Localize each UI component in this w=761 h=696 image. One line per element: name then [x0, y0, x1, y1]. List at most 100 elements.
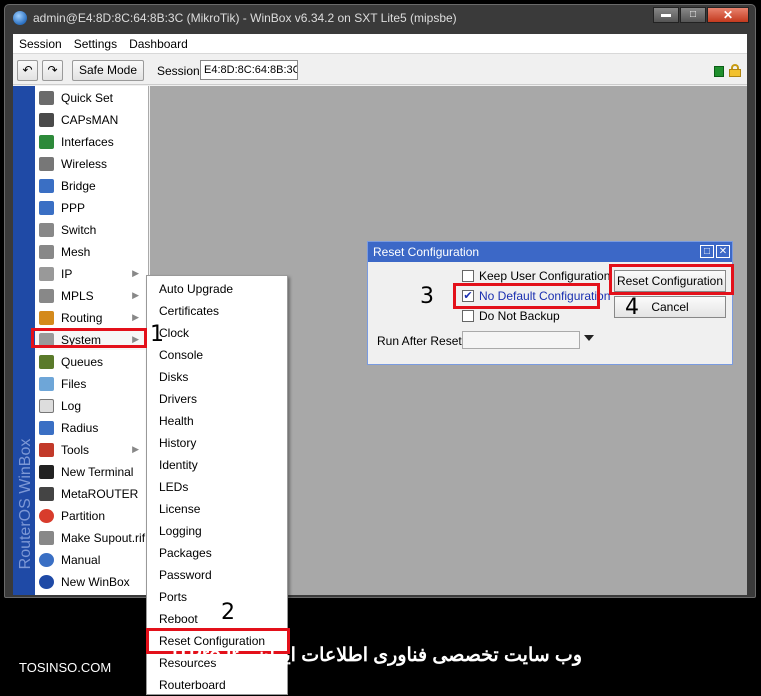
- submenu-item-leds[interactable]: LEDs: [147, 476, 287, 498]
- dialog-maximize-button[interactable]: □: [700, 245, 714, 258]
- menu-settings[interactable]: Settings: [68, 37, 123, 51]
- queues-icon: [39, 355, 54, 369]
- close-button[interactable]: ✕: [707, 7, 749, 23]
- sidebar-item-wireless[interactable]: Wireless: [35, 154, 147, 174]
- submenu-item-reboot[interactable]: Reboot: [147, 608, 287, 630]
- minimize-button[interactable]: ▬: [653, 7, 679, 23]
- sidebar-item-make-supout[interactable]: Make Supout.rif: [35, 528, 147, 548]
- sidebar-item-partition[interactable]: Partition: [35, 506, 147, 526]
- dialog-close-button[interactable]: ✕: [716, 245, 730, 258]
- submenu-item-license[interactable]: License: [147, 498, 287, 520]
- sidebar-item-bridge[interactable]: Bridge: [35, 176, 147, 196]
- sidebar-item-ppp[interactable]: PPP: [35, 198, 147, 218]
- log-icon: [39, 399, 54, 413]
- ip-icon: [39, 267, 54, 281]
- sidebar-item-new-terminal[interactable]: New Terminal: [35, 462, 147, 482]
- submenu-item-disks[interactable]: Disks: [147, 366, 287, 388]
- submenu-arrow-icon: ▶: [132, 290, 139, 300]
- submenu-item-auto-upgrade[interactable]: Auto Upgrade: [147, 278, 287, 300]
- maximize-button[interactable]: □: [680, 7, 706, 23]
- submenu-item-health[interactable]: Health: [147, 410, 287, 432]
- sidebar-item-switch[interactable]: Switch: [35, 220, 147, 240]
- submenu-item-identity[interactable]: Identity: [147, 454, 287, 476]
- submenu-item-drivers[interactable]: Drivers: [147, 388, 287, 410]
- menu-session[interactable]: Session: [13, 37, 68, 51]
- highlight-system: [31, 328, 147, 348]
- sidebar-item-mesh[interactable]: Mesh: [35, 242, 147, 262]
- step-4-label: 4: [625, 295, 639, 320]
- session-field[interactable]: E4:8D:8C:64:8B:3C: [200, 60, 298, 80]
- submenu-item-history[interactable]: History: [147, 432, 287, 454]
- new-winbox-icon: [39, 575, 54, 589]
- manual-icon: [39, 553, 54, 567]
- step-3-label: 3: [420, 284, 434, 309]
- supout-icon: [39, 531, 54, 545]
- capsman-icon: [39, 113, 54, 127]
- run-after-reset-select[interactable]: [462, 331, 580, 349]
- submenu-item-console[interactable]: Console: [147, 344, 287, 366]
- title-bar[interactable]: admin@E4:8D:8C:64:8B:3C (MikroTik) - Win…: [5, 5, 755, 31]
- safe-mode-button[interactable]: Safe Mode: [72, 60, 144, 81]
- submenu-arrow-icon: ▶: [132, 312, 139, 322]
- dropdown-arrow-icon[interactable]: [584, 335, 594, 341]
- wireless-icon: [39, 157, 54, 171]
- sidebar-item-capsman[interactable]: CAPsMAN: [35, 110, 147, 130]
- submenu-item-password[interactable]: Password: [147, 564, 287, 586]
- menu-bar: Session Settings Dashboard: [13, 34, 747, 54]
- run-after-reset-label: Run After Reset:: [377, 334, 466, 348]
- sidebar-item-manual[interactable]: Manual: [35, 550, 147, 570]
- routing-icon: [39, 311, 54, 325]
- metarouter-icon: [39, 487, 54, 501]
- radius-icon: [39, 421, 54, 435]
- lock-icon: [729, 64, 741, 77]
- bridge-icon: [39, 179, 54, 193]
- undo-button[interactable]: ↶: [17, 60, 38, 81]
- dialog-title-bar[interactable]: Reset Configuration □ ✕: [368, 242, 732, 262]
- submenu-item-ports[interactable]: Ports: [147, 586, 287, 608]
- sidebar-item-quick-set[interactable]: Quick Set: [35, 88, 147, 108]
- submenu-item-packages[interactable]: Packages: [147, 542, 287, 564]
- status-led-icon: [714, 66, 724, 77]
- toolbar: ↶ ↷ Safe Mode Session: E4:8D:8C:64:8B:3C: [13, 55, 747, 85]
- submenu-arrow-icon: ▶: [132, 444, 139, 454]
- menu-dashboard[interactable]: Dashboard: [123, 37, 194, 51]
- caption-buttons: ▬ □ ✕: [652, 7, 749, 23]
- tools-icon: [39, 443, 54, 457]
- highlight-no-default-config: [453, 283, 600, 309]
- step-1-label: 1: [150, 322, 164, 347]
- quick-set-icon: [39, 91, 54, 105]
- sidebar-item-ip[interactable]: IP ▶: [35, 264, 147, 284]
- sidebar-item-mpls[interactable]: MPLS ▶: [35, 286, 147, 306]
- dialog-title: Reset Configuration: [373, 245, 480, 259]
- sidebar-item-log[interactable]: Log: [35, 396, 147, 416]
- submenu-arrow-icon: ▶: [132, 268, 139, 278]
- ppp-icon: [39, 201, 54, 215]
- step-2-label: 2: [221, 600, 235, 625]
- interfaces-icon: [39, 135, 54, 149]
- sidebar-item-metarouter[interactable]: MetaROUTER: [35, 484, 147, 504]
- partition-icon: [39, 509, 54, 523]
- terminal-icon: [39, 465, 54, 479]
- sidebar-item-queues[interactable]: Queues: [35, 352, 147, 372]
- checkbox-box: [462, 270, 474, 282]
- sidebar-item-new-winbox[interactable]: New WinBox: [35, 572, 147, 592]
- footer-itpro: وب سایت تخصصی فناوری اطلاعات ایران - ITP…: [172, 645, 582, 666]
- session-label: Session:: [157, 64, 204, 78]
- mpls-icon: [39, 289, 54, 303]
- sidebar-item-tools[interactable]: Tools ▶: [35, 440, 147, 460]
- highlight-reset-button: [609, 264, 734, 295]
- sidebar-item-interfaces[interactable]: Interfaces: [35, 132, 147, 152]
- submenu-item-clock[interactable]: Clock: [147, 322, 287, 344]
- footer-tosinso: TOSINSO.COM: [19, 660, 112, 675]
- sidebar-item-routing[interactable]: Routing ▶: [35, 308, 147, 328]
- sidebar-item-radius[interactable]: Radius: [35, 418, 147, 438]
- winbox-app-icon: [13, 11, 27, 25]
- submenu-item-routerboard[interactable]: Routerboard: [147, 674, 287, 696]
- sidebar-item-files[interactable]: Files: [35, 374, 147, 394]
- redo-button[interactable]: ↷: [42, 60, 63, 81]
- brand-text: RouterOS WinBox: [17, 438, 34, 570]
- files-icon: [39, 377, 54, 391]
- window-title: admin@E4:8D:8C:64:8B:3C (MikroTik) - Win…: [33, 11, 457, 25]
- submenu-item-logging[interactable]: Logging: [147, 520, 287, 542]
- submenu-item-certificates[interactable]: Certificates: [147, 300, 287, 322]
